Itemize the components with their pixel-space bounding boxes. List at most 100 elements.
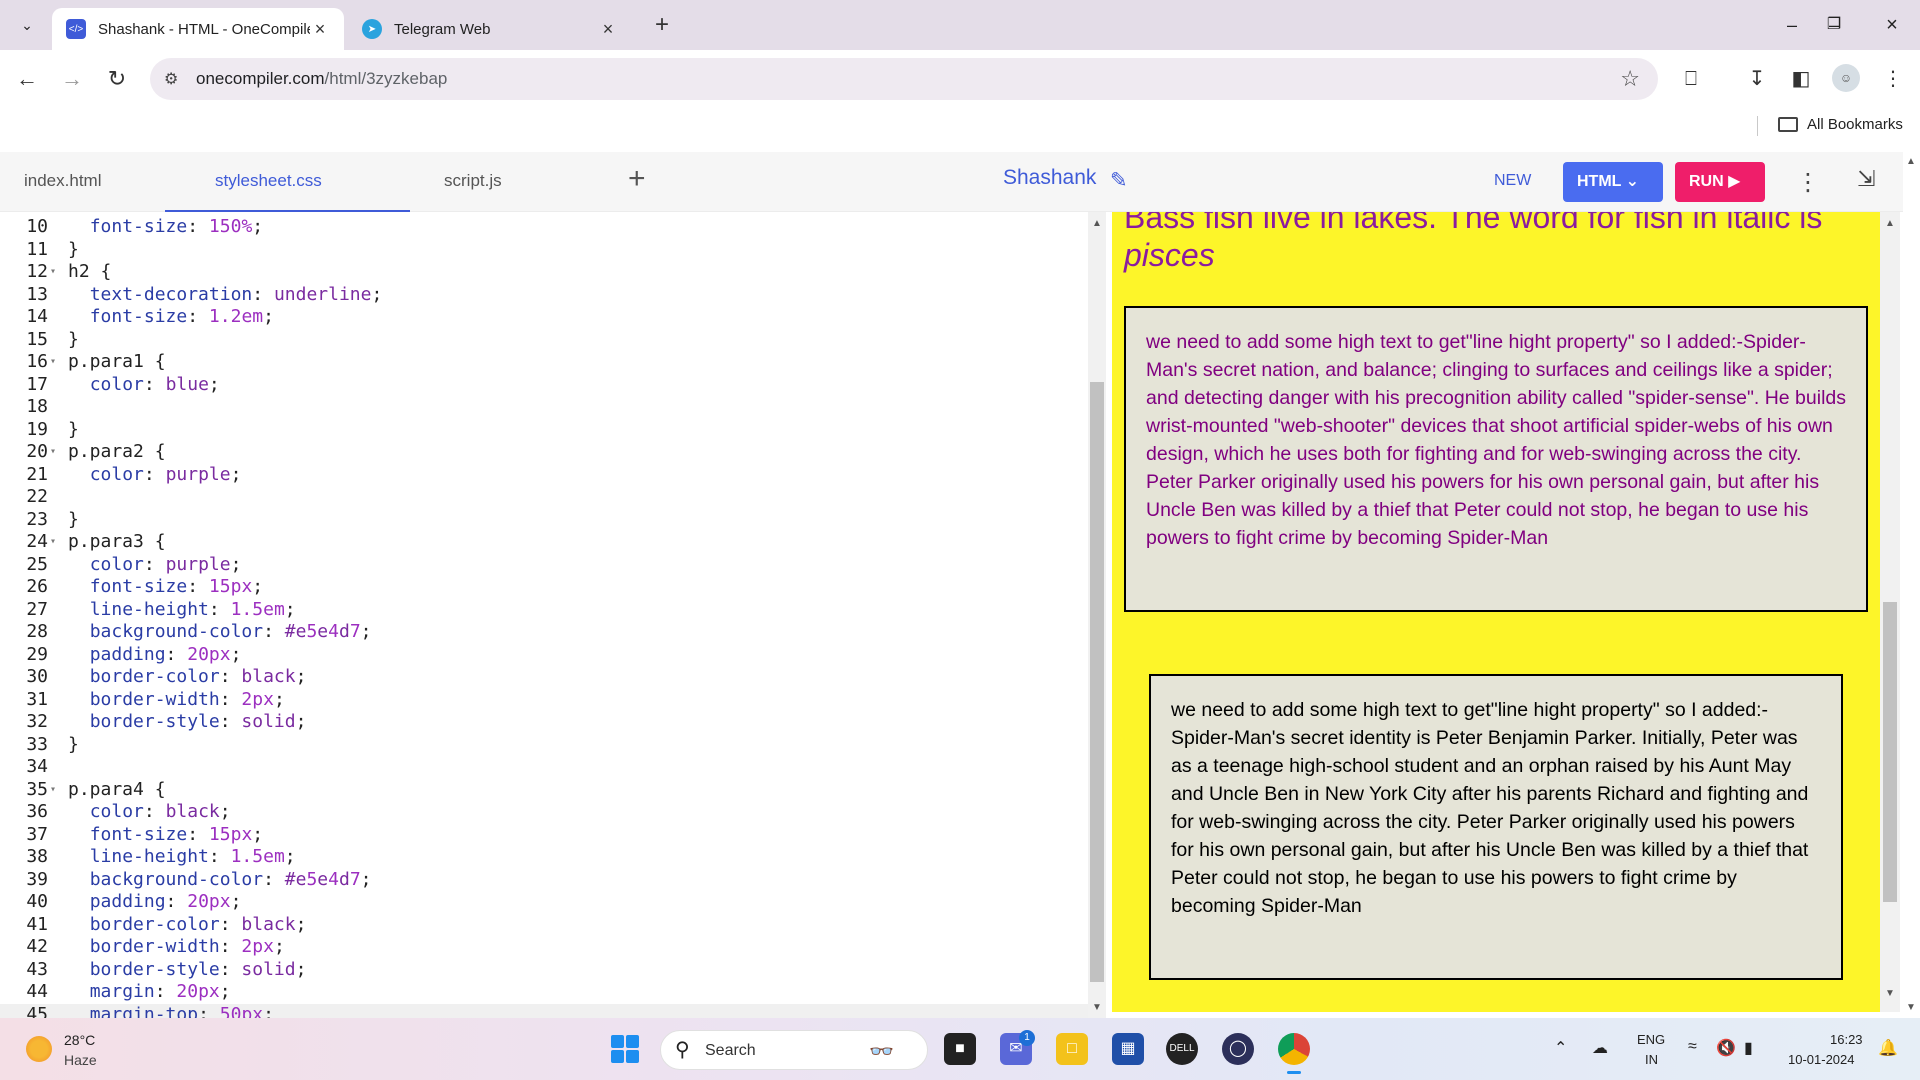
- code-line[interactable]: 37 font-size: 15px;: [0, 824, 1090, 847]
- new-tab-button[interactable]: +: [648, 12, 676, 40]
- eclipse-app-icon[interactable]: ◯: [1222, 1033, 1254, 1065]
- taskbar-search[interactable]: ⚲ Search 👓: [660, 1030, 928, 1070]
- scroll-up-icon[interactable]: ▲: [1092, 218, 1102, 229]
- code-line[interactable]: 23}: [0, 509, 1090, 532]
- notification-bell-icon[interactable]: 🔔: [1878, 1038, 1898, 1058]
- code-line[interactable]: 19}: [0, 419, 1090, 442]
- fold-arrow-icon[interactable]: ▾: [50, 441, 56, 464]
- preview-scrollbar-thumb[interactable]: [1883, 602, 1897, 902]
- code-line[interactable]: 21 color: purple;: [0, 464, 1090, 487]
- scroll-down-icon[interactable]: ▼: [1092, 1002, 1102, 1013]
- battery-icon[interactable]: ▮: [1744, 1038, 1753, 1058]
- file-tab-script-js[interactable]: script.js: [444, 152, 564, 212]
- weather-description[interactable]: Haze: [64, 1052, 97, 1068]
- tab-onecompiler[interactable]: </> Shashank - HTML - OneCompiler ×: [52, 8, 344, 50]
- address-bar[interactable]: ⚙ onecompiler.com/html/3zyzkebap ☆: [150, 58, 1658, 100]
- code-line[interactable]: 36 color: black;: [0, 801, 1090, 824]
- code-line[interactable]: 44 margin: 20px;: [0, 981, 1090, 1004]
- code-line[interactable]: 16 ▾ p.para1 {: [0, 351, 1090, 374]
- code-line[interactable]: 39 background-color: #e5e4d7;: [0, 869, 1090, 892]
- code-line[interactable]: 41 border-color: black;: [0, 914, 1090, 937]
- wifi-icon[interactable]: ≈: [1688, 1038, 1697, 1056]
- code-line[interactable]: 38 line-height: 1.5em;: [0, 846, 1090, 869]
- code-line[interactable]: 31 border-width: 2px;: [0, 689, 1090, 712]
- windows-start-icon[interactable]: [611, 1035, 639, 1063]
- run-button[interactable]: RUN ▶: [1675, 162, 1765, 202]
- fold-arrow-icon[interactable]: ▾: [50, 531, 56, 554]
- weather-sun-icon[interactable]: [26, 1036, 52, 1062]
- restore-icon[interactable]: ❐: [1814, 10, 1854, 40]
- code-line[interactable]: 29 padding: 20px;: [0, 644, 1090, 667]
- project-name[interactable]: Shashank: [1003, 166, 1096, 190]
- code-line[interactable]: 14 font-size: 1.2em;: [0, 306, 1090, 329]
- folder-app-icon[interactable]: □: [1056, 1033, 1088, 1065]
- store-app-icon[interactable]: ▦: [1112, 1033, 1144, 1065]
- language-select-button[interactable]: HTML ⌄: [1563, 162, 1663, 202]
- tab-search-chevron-icon[interactable]: ⌄: [12, 10, 42, 40]
- fold-arrow-icon[interactable]: ▾: [50, 351, 56, 374]
- more-options-icon[interactable]: ⋮: [1796, 168, 1820, 197]
- fold-arrow-icon[interactable]: ▾: [50, 261, 56, 284]
- volume-muted-icon[interactable]: 🔇: [1716, 1038, 1736, 1058]
- code-line[interactable]: 13 text-decoration: underline;: [0, 284, 1090, 307]
- bookmark-star-icon[interactable]: ☆: [1620, 66, 1640, 92]
- side-panel-icon[interactable]: ◧: [1786, 64, 1816, 94]
- clock-date[interactable]: 10-01-2024: [1788, 1052, 1855, 1067]
- chevron-up-icon[interactable]: ⌃: [1554, 1038, 1567, 1058]
- code-line[interactable]: 42 border-width: 2px;: [0, 936, 1090, 959]
- input-language[interactable]: ENG: [1637, 1032, 1665, 1047]
- dell-app-icon[interactable]: DELL: [1166, 1033, 1198, 1065]
- site-info-icon[interactable]: ⚙: [164, 69, 178, 89]
- close-tab-icon[interactable]: ×: [310, 19, 330, 40]
- input-region[interactable]: IN: [1645, 1052, 1658, 1067]
- code-line[interactable]: 34: [0, 756, 1090, 779]
- code-line[interactable]: 28 background-color: #e5e4d7;: [0, 621, 1090, 644]
- all-bookmarks-link[interactable]: All Bookmarks: [1807, 116, 1903, 133]
- reload-icon[interactable]: ↻: [102, 64, 132, 94]
- scroll-down-icon[interactable]: ▼: [1906, 1002, 1916, 1013]
- close-tab-icon[interactable]: ×: [598, 19, 618, 40]
- code-line[interactable]: 35 ▾ p.para4 {: [0, 779, 1090, 802]
- extensions-icon[interactable]: ⎕: [1676, 64, 1706, 94]
- code-line[interactable]: 12 ▾ h2 {: [0, 261, 1090, 284]
- code-line[interactable]: 18: [0, 396, 1090, 419]
- download-icon[interactable]: ↧: [1742, 64, 1772, 94]
- tab-telegram[interactable]: ➤ Telegram Web ×: [348, 8, 632, 50]
- code-line[interactable]: 11}: [0, 239, 1090, 262]
- code-line[interactable]: 25 color: purple;: [0, 554, 1090, 577]
- browser-menu-icon[interactable]: ⋮: [1878, 64, 1908, 94]
- code-line[interactable]: 22: [0, 486, 1090, 509]
- code-editor[interactable]: 45 margin-top: 50px; 44 margin: 20px; 43 b…: [0, 212, 1108, 1018]
- scroll-up-icon[interactable]: ▲: [1885, 218, 1895, 229]
- fold-arrow-icon[interactable]: ▾: [50, 779, 56, 802]
- address-url[interactable]: onecompiler.com/html/3zyzkebap: [196, 69, 447, 89]
- page-scrollbar[interactable]: [1903, 152, 1920, 1018]
- code-line[interactable]: 24 ▾ p.para3 {: [0, 531, 1090, 554]
- code-line[interactable]: 30 border-color: black;: [0, 666, 1090, 689]
- code-line[interactable]: 43 border-style: solid;: [0, 959, 1090, 982]
- code-line[interactable]: 45 margin-top: 50px;: [0, 1003, 1090, 1018]
- clock-time[interactable]: 16:23: [1830, 1032, 1863, 1047]
- profile-avatar-icon[interactable]: ☺: [1832, 64, 1860, 92]
- close-window-icon[interactable]: ×: [1872, 10, 1912, 40]
- add-file-icon[interactable]: +: [628, 162, 646, 196]
- code-line[interactable]: 33}: [0, 734, 1090, 757]
- code-line[interactable]: 32 border-style: solid;: [0, 711, 1090, 734]
- code-line[interactable]: 17 color: blue;: [0, 374, 1090, 397]
- chrome-app-icon[interactable]: [1278, 1033, 1310, 1074]
- weather-temperature[interactable]: 28°C: [64, 1032, 95, 1048]
- file-tab-index-html[interactable]: index.html: [24, 152, 174, 212]
- minimize-icon[interactable]: –: [1772, 10, 1812, 40]
- cloud-icon[interactable]: ☁: [1592, 1038, 1608, 1058]
- editor-scrollbar-thumb[interactable]: [1090, 382, 1104, 982]
- file-tab-stylesheet-css[interactable]: stylesheet.css: [165, 152, 410, 212]
- scroll-up-icon[interactable]: ▲: [1906, 156, 1916, 167]
- code-line[interactable]: 27 line-height: 1.5em;: [0, 599, 1090, 622]
- code-line[interactable]: 40 padding: 20px;: [0, 891, 1090, 914]
- code-line[interactable]: 26 font-size: 15px;: [0, 576, 1090, 599]
- pencil-edit-icon[interactable]: ✎: [1110, 168, 1128, 193]
- new-button[interactable]: NEW: [1494, 172, 1531, 190]
- fullscreen-icon[interactable]: ⇲: [1857, 166, 1875, 192]
- file-manager-app-icon[interactable]: ■: [944, 1033, 976, 1065]
- code-line[interactable]: 20 ▾ p.para2 {: [0, 441, 1090, 464]
